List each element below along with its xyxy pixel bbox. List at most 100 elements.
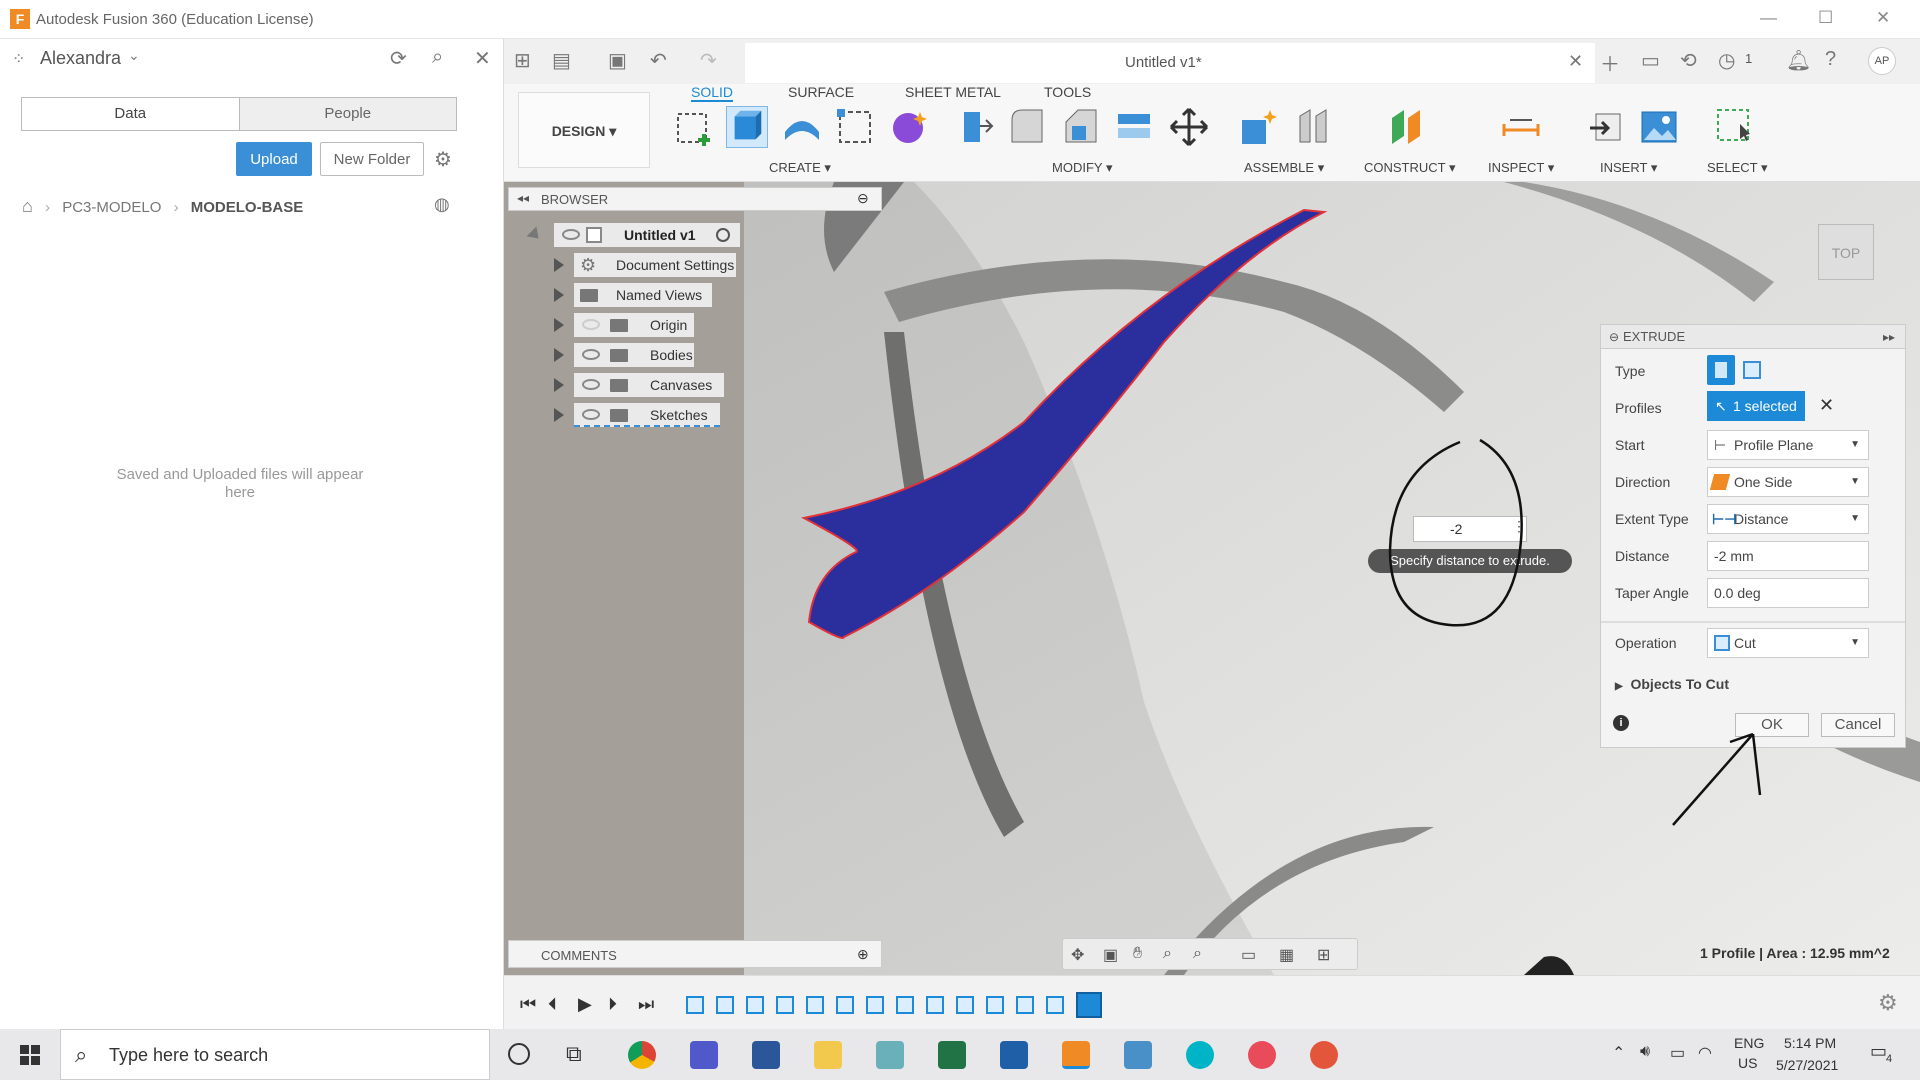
refresh-icon[interactable]: ⟳ bbox=[390, 46, 407, 71]
sweep-icon[interactable] bbox=[834, 106, 876, 148]
timeline-settings-gear-icon[interactable]: ⚙ bbox=[1878, 990, 1898, 1016]
close-tab-icon[interactable]: ✕ bbox=[1568, 51, 1583, 72]
play-icon[interactable]: ▶ bbox=[578, 994, 592, 1015]
app-icon[interactable] bbox=[1124, 1041, 1152, 1069]
file-icon[interactable]: ▤ bbox=[552, 48, 571, 73]
expand-arrow-icon[interactable] bbox=[554, 348, 564, 362]
timeline-feature[interactable] bbox=[896, 996, 914, 1014]
group-select[interactable]: SELECT ▾ bbox=[1707, 160, 1767, 176]
timeline-feature[interactable] bbox=[986, 996, 1004, 1014]
timeline-feature[interactable] bbox=[836, 996, 854, 1014]
globe-icon[interactable]: ◍ bbox=[434, 194, 450, 215]
timeline-feature[interactable] bbox=[1016, 996, 1034, 1014]
minimize-icon[interactable]: — bbox=[1760, 8, 1777, 28]
activate-radio-icon[interactable] bbox=[716, 228, 730, 242]
close-icon[interactable]: ✕ bbox=[1876, 8, 1890, 28]
display-settings-icon[interactable]: ▭ bbox=[1241, 945, 1261, 964]
wifi-icon[interactable]: ◠ bbox=[1698, 1043, 1712, 1063]
press-pull-icon[interactable] bbox=[954, 106, 996, 148]
type-thin-icon[interactable] bbox=[1743, 361, 1761, 379]
add-comment-icon[interactable]: ⊕ bbox=[857, 946, 869, 963]
timeline-feature[interactable] bbox=[926, 996, 944, 1014]
app-c-icon[interactable] bbox=[1186, 1041, 1214, 1069]
direction-select[interactable]: One Side ▼ bbox=[1707, 467, 1869, 497]
user-name[interactable]: Alexandra bbox=[40, 48, 121, 69]
chrome-icon[interactable] bbox=[628, 1041, 656, 1069]
create-sketch-icon[interactable] bbox=[674, 106, 716, 148]
file-explorer-icon[interactable] bbox=[814, 1041, 842, 1069]
timeline-feature[interactable] bbox=[716, 996, 734, 1014]
chamfer-icon[interactable] bbox=[1060, 106, 1102, 148]
extent-type-select[interactable]: ⊢⊣ Distance ▼ bbox=[1707, 504, 1869, 534]
expand-arrow-icon[interactable] bbox=[554, 408, 564, 422]
browser-item-sketches[interactable]: Sketches bbox=[574, 403, 720, 427]
step-forward-icon[interactable]: ⏵ bbox=[608, 994, 617, 1015]
collapse-icon[interactable]: ◂◂ bbox=[517, 191, 529, 205]
breadcrumb-folder[interactable]: MODELO-BASE bbox=[191, 199, 304, 216]
start-select[interactable]: ⊢ Profile Plane ▼ bbox=[1707, 430, 1869, 460]
visibility-eye-icon[interactable] bbox=[582, 349, 600, 360]
cancel-button[interactable]: Cancel bbox=[1821, 713, 1895, 737]
zoom-icon[interactable]: ⌕ bbox=[1163, 945, 1183, 963]
workspace-switcher[interactable]: DESIGN ▾ bbox=[518, 92, 650, 168]
group-assemble[interactable]: ASSEMBLE ▾ bbox=[1244, 160, 1324, 176]
type-solid-icon[interactable] bbox=[1707, 355, 1735, 385]
form-icon[interactable] bbox=[888, 106, 930, 148]
media-player-icon[interactable] bbox=[1000, 1041, 1028, 1069]
settings-gear-icon[interactable]: ⚙ bbox=[434, 147, 452, 172]
objects-to-cut-toggle[interactable]: ▶ Objects To Cut bbox=[1615, 676, 1729, 692]
tab-surface[interactable]: SURFACE bbox=[788, 84, 854, 100]
cortana-icon[interactable] bbox=[508, 1043, 530, 1065]
group-create[interactable]: CREATE ▾ bbox=[769, 160, 831, 176]
grid-menu-icon[interactable]: ⊞ bbox=[514, 48, 531, 73]
insert-canvas-icon[interactable] bbox=[1638, 106, 1680, 148]
new-folder-button[interactable]: New Folder bbox=[320, 142, 424, 176]
profiles-selector[interactable]: ↖ 1 selected bbox=[1707, 391, 1805, 421]
help-icon[interactable]: ? bbox=[1825, 48, 1836, 71]
browser-item-canvases[interactable]: Canvases bbox=[574, 373, 724, 397]
group-construct[interactable]: CONSTRUCT ▾ bbox=[1364, 160, 1456, 176]
measure-icon[interactable] bbox=[1500, 106, 1542, 148]
joint-icon[interactable] bbox=[1292, 106, 1334, 148]
breadcrumb-project[interactable]: PC3-MODELO bbox=[62, 199, 161, 216]
battery-icon[interactable]: ▭ bbox=[1670, 1043, 1685, 1063]
expand-arrow-icon[interactable] bbox=[554, 318, 564, 332]
search-icon[interactable]: ⌕ bbox=[432, 46, 443, 69]
browser-root[interactable]: Untitled v1 bbox=[554, 223, 740, 247]
expand-arrow-icon[interactable] bbox=[554, 288, 564, 302]
extensions-icon[interactable]: ⟲ bbox=[1680, 48, 1697, 73]
look-at-icon[interactable]: ▣ bbox=[1103, 945, 1123, 964]
fillet-icon[interactable] bbox=[1006, 106, 1048, 148]
tab-tools[interactable]: TOOLS bbox=[1044, 84, 1091, 100]
language[interactable]: ENG bbox=[1734, 1035, 1764, 1051]
expand-arrow-icon[interactable] bbox=[554, 378, 564, 392]
tab-people[interactable]: People bbox=[239, 98, 456, 130]
group-insert[interactable]: INSERT ▾ bbox=[1600, 160, 1657, 176]
insert-derive-icon[interactable] bbox=[1586, 106, 1628, 148]
notifications-icon[interactable]: ▭ bbox=[1870, 1041, 1887, 1062]
visibility-eye-icon[interactable] bbox=[582, 409, 600, 420]
new-tab-icon[interactable]: ＋ bbox=[1600, 48, 1620, 77]
document-tab[interactable]: Untitled v1* ✕ bbox=[745, 43, 1595, 83]
redo-icon[interactable]: ↷ bbox=[700, 48, 717, 73]
tab-sheet-metal[interactable]: SHEET METAL bbox=[905, 84, 1001, 100]
tab-data[interactable]: Data bbox=[22, 98, 240, 130]
info-icon[interactable]: i bbox=[1613, 715, 1629, 731]
timeline-feature[interactable] bbox=[806, 996, 824, 1014]
group-modify[interactable]: MODIFY ▾ bbox=[1052, 160, 1112, 176]
pan-hand-icon[interactable]: ✋︎ bbox=[1133, 945, 1153, 963]
fusion-taskbar-icon[interactable] bbox=[1062, 1041, 1090, 1069]
viewports-icon[interactable]: ⊞ bbox=[1317, 945, 1337, 964]
tab-solid[interactable]: SOLID bbox=[691, 84, 734, 102]
timeline-feature[interactable] bbox=[686, 996, 704, 1014]
grid-settings-icon[interactable]: ▦ bbox=[1279, 945, 1299, 964]
new-component-icon[interactable] bbox=[1238, 106, 1280, 148]
task-view-icon[interactable]: ⧉ bbox=[566, 1041, 582, 1067]
teams-icon[interactable] bbox=[690, 1041, 718, 1069]
visibility-eye-icon[interactable] bbox=[582, 379, 600, 390]
browser-item-named-views[interactable]: Named Views bbox=[574, 283, 712, 307]
maximize-icon[interactable]: ☐ bbox=[1818, 8, 1833, 28]
fit-icon[interactable]: ⌕ bbox=[1193, 945, 1213, 963]
extrude-icon[interactable] bbox=[726, 106, 768, 148]
comment-icon[interactable]: ▭ bbox=[1641, 48, 1660, 73]
